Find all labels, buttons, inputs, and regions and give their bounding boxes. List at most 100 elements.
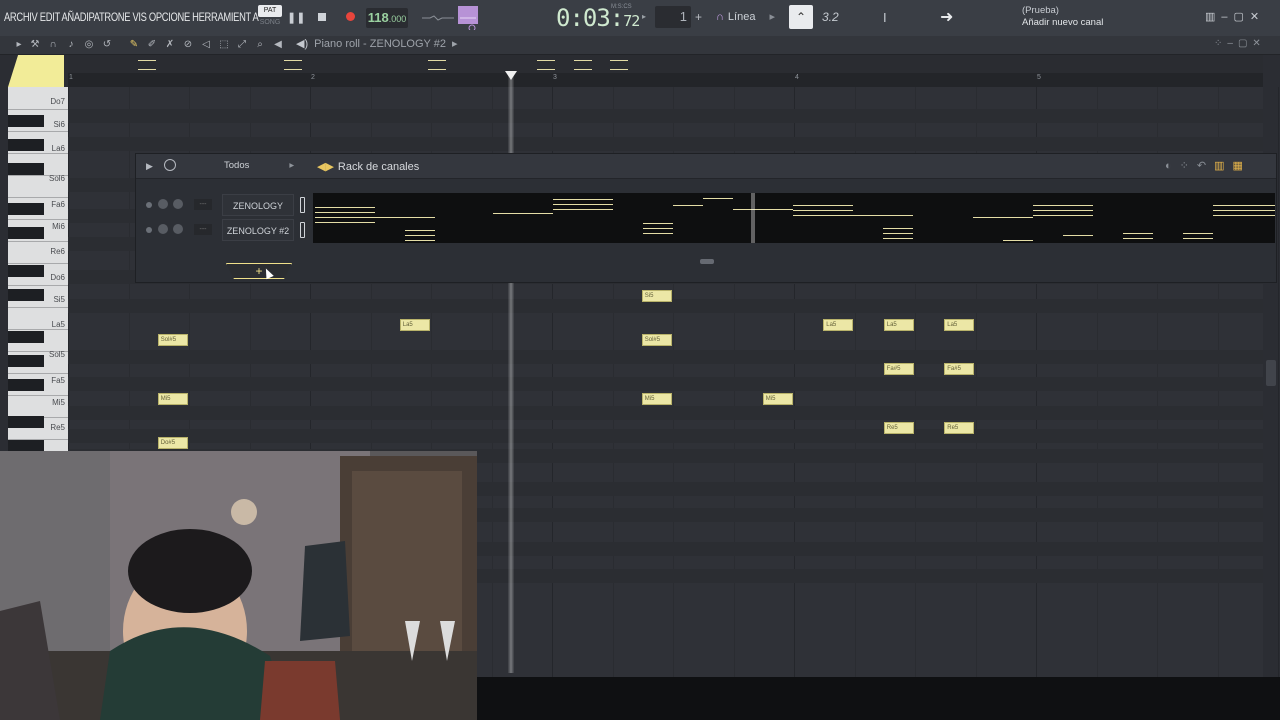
black-key[interactable] (8, 203, 44, 215)
black-key[interactable] (8, 416, 44, 428)
black-key[interactable] (8, 355, 44, 367)
mini-note (883, 228, 913, 229)
timeline-ruler[interactable] (68, 73, 1263, 87)
note[interactable]: Re5 (883, 422, 914, 434)
mini-playhead (751, 193, 755, 243)
brush-icon[interactable]: ✐ (145, 38, 159, 52)
speaker-icon[interactable]: ◀ (271, 38, 285, 52)
black-key[interactable] (8, 379, 44, 391)
add-pattern-icon[interactable]: + (695, 10, 702, 24)
step-size[interactable]: 3.2 (822, 10, 839, 24)
mixer-track-number[interactable]: --- (194, 224, 212, 235)
mixer-track-number[interactable]: --- (194, 199, 212, 210)
pan-knob-icon[interactable] (158, 224, 168, 234)
stop-icon[interactable] (313, 9, 331, 27)
channel-select-indicator[interactable] (300, 197, 305, 213)
record-icon[interactable] (341, 9, 359, 27)
volume-knob-icon[interactable] (173, 224, 183, 234)
song-mode-button[interactable]: SONG (258, 19, 282, 26)
magnifier-icon[interactable]: ⌕ (253, 38, 267, 52)
note[interactable]: Sol#5 (157, 334, 188, 346)
note[interactable]: La5 (944, 319, 975, 331)
note[interactable]: Mi5 (762, 393, 793, 405)
event-glyph (537, 60, 555, 70)
channel-led-icon[interactable] (146, 202, 152, 208)
black-key[interactable] (8, 115, 44, 127)
channel-row[interactable]: --- ZENOLOGY #2 (140, 219, 306, 241)
black-key[interactable] (8, 265, 44, 277)
vertical-scrollbar[interactable] (1266, 360, 1276, 386)
note[interactable]: La5 (399, 319, 430, 331)
menu-arrow-icon[interactable]: ▸ (12, 38, 26, 52)
main-menu[interactable]: ARCHIV EDIT AÑADIPATRONE VIS OPCIONE HER… (4, 10, 259, 24)
zoom-icon[interactable]: ⤢ (235, 38, 249, 52)
note[interactable]: Fa#5 (944, 363, 975, 375)
note[interactable]: La5 (883, 319, 914, 331)
event-glyph (428, 60, 446, 70)
forward-arrow-icon[interactable]: ➜ (940, 7, 953, 27)
black-key-row (68, 350, 1263, 364)
wrench-icon[interactable]: ⚒ (28, 38, 42, 52)
snap-selector[interactable]: ∩ Línea ▸ (716, 10, 775, 23)
swing-knob-icon[interactable] (164, 159, 176, 171)
piano-keyboard[interactable]: Do7 Si6 La6 Sol6 Fa6 Mi6 Re6 Do6 Si5 La5 Sol5 Fa5 Mi… (8, 87, 68, 451)
playhead-marker-icon[interactable] (505, 71, 517, 80)
black-key[interactable] (8, 139, 44, 151)
channel-select-indicator[interactable] (300, 222, 305, 238)
channel-filter[interactable]: Todos ▸ (224, 160, 294, 171)
channel-name-button[interactable]: ZENOLOGY (222, 194, 294, 216)
mini-note (793, 205, 853, 206)
channel-name-button[interactable]: ZENOLOGY #2 (222, 219, 294, 241)
waveform-icon (422, 6, 478, 32)
pencil-icon[interactable]: ✎ (127, 38, 141, 52)
piano-roll-window-controls[interactable]: ⁘–▢✕ (1214, 38, 1266, 49)
pattern-selector[interactable]: 1 (655, 6, 691, 28)
note[interactable]: Do#5 (157, 437, 188, 449)
note[interactable]: La5 (823, 319, 854, 331)
note[interactable]: Re5 (944, 422, 975, 434)
pattern-prev-icon[interactable]: ▸ (642, 12, 646, 21)
channel-rack-title[interactable]: ◀▶ Rack de canales (317, 160, 419, 173)
pat-mode-button[interactable]: PAT (258, 5, 282, 17)
black-key[interactable] (8, 289, 44, 301)
key-label: Fa6 (51, 200, 65, 209)
piano-roll-title[interactable]: ◀) Piano roll - ZENOLOGY #2 ▸ (296, 37, 458, 50)
magnet-icon[interactable]: ∩ (46, 38, 60, 52)
channel-mini-piano-roll[interactable] (313, 193, 1275, 243)
tempo-display[interactable]: 118.000 (366, 8, 408, 28)
note[interactable]: Mi5 (641, 393, 672, 405)
black-key[interactable] (8, 227, 44, 239)
metronome-icon[interactable]: ⌃ (789, 5, 813, 29)
loop-icon[interactable]: ↺ (100, 38, 114, 52)
channel-row[interactable]: --- ZENOLOGY (140, 194, 306, 216)
event-strip[interactable] (68, 55, 1263, 73)
black-key[interactable] (8, 440, 44, 451)
note[interactable]: Si5 (641, 290, 672, 302)
note[interactable]: Fa#5 (883, 363, 914, 375)
note[interactable]: Mi5 (157, 393, 188, 405)
note-icon[interactable]: ♪ (64, 38, 78, 52)
bar-number: 5 (1037, 74, 1041, 81)
mini-note (1033, 205, 1093, 206)
window-controls[interactable]: ▥–▢✕ (1205, 10, 1265, 23)
volume-knob-icon[interactable] (173, 199, 183, 209)
key-label: La6 (51, 144, 65, 153)
select-icon[interactable]: ⬚ (217, 38, 231, 52)
add-channel-button[interactable]: + (226, 263, 292, 279)
rack-menu-arrow-icon[interactable]: ▶ (146, 161, 153, 172)
note[interactable]: Sol#5 (641, 334, 672, 346)
delete-icon[interactable]: ✗ (163, 38, 177, 52)
channel-led-icon[interactable] (146, 227, 152, 233)
pause-icon[interactable]: ❚❚ (287, 9, 305, 27)
slice-icon[interactable]: ◁ (199, 38, 213, 52)
pan-knob-icon[interactable] (158, 199, 168, 209)
pencil-tab[interactable] (8, 55, 64, 87)
mute-icon[interactable]: ⊘ (181, 38, 195, 52)
rack-scrollbar[interactable] (700, 259, 714, 264)
pat-song-switch[interactable]: PAT SONG (258, 5, 282, 30)
black-key[interactable] (8, 163, 44, 175)
black-key[interactable] (8, 331, 44, 343)
playback-icon[interactable]: ◎ (82, 38, 96, 52)
rack-view-icons[interactable]: ◐⁘↶▥▦ (1165, 159, 1251, 172)
mini-note (493, 213, 553, 214)
